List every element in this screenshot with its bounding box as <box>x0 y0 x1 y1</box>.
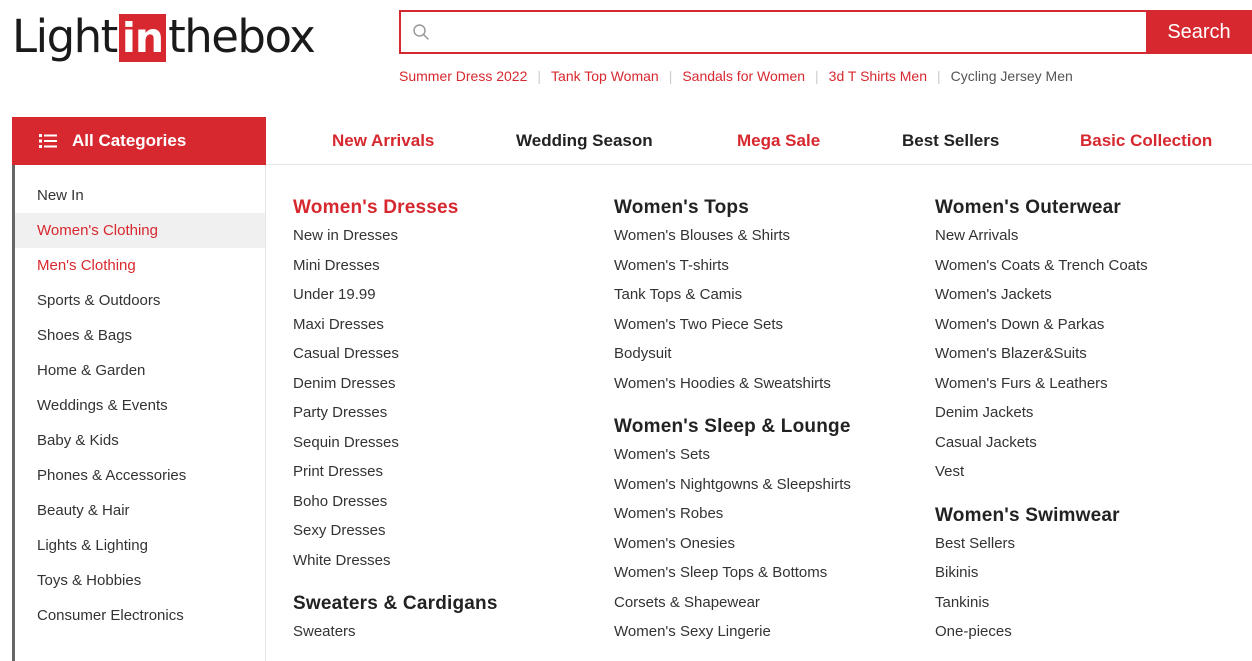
nav-best-sellers[interactable]: Best Sellers <box>902 117 999 165</box>
menu-group-title[interactable]: Women's Outerwear <box>935 197 1245 221</box>
menu-link[interactable]: Women's Robes <box>614 499 924 529</box>
hot-keyword-link[interactable]: Summer Dress 2022 <box>399 66 527 86</box>
hot-keyword-link[interactable]: Tank Top Woman <box>551 66 659 86</box>
top-nav: New Arrivals Wedding Season Mega Sale Be… <box>266 117 1252 165</box>
search-input[interactable] <box>441 12 1146 52</box>
site-logo[interactable]: Light in thebox <box>12 10 316 64</box>
menu-link[interactable]: Sexy Dresses <box>293 516 603 546</box>
logo-text-light: Light <box>12 10 118 63</box>
hot-keyword-link[interactable]: 3d T Shirts Men <box>829 66 927 86</box>
menu-link[interactable]: Women's Sets <box>614 440 924 470</box>
menu-link[interactable]: Tank Tops & Camis <box>614 280 924 310</box>
menu-link[interactable]: White Dresses <box>293 546 603 576</box>
all-categories-label: All Categories <box>72 131 187 150</box>
menu-link[interactable]: Bodysuit <box>614 339 924 369</box>
keyword-separator: | <box>936 68 941 84</box>
sidebar-item-women-s-clothing[interactable]: Women's Clothing <box>15 213 265 248</box>
sidebar-item-shoes-and-bags[interactable]: Shoes & Bags <box>15 318 265 353</box>
sidebar-item-sports-and-outdoors[interactable]: Sports & Outdoors <box>15 283 265 318</box>
menu-link[interactable]: Corsets & Shapewear <box>614 588 924 618</box>
menu-link[interactable]: Party Dresses <box>293 398 603 428</box>
menu-group-title[interactable]: Women's Sleep & Lounge <box>614 416 924 440</box>
logo-text-in-box: in <box>118 14 167 62</box>
search-icon <box>401 12 441 52</box>
sidebar-item-baby-and-kids[interactable]: Baby & Kids <box>15 423 265 458</box>
menu-link[interactable]: Maxi Dresses <box>293 310 603 340</box>
menu-link[interactable]: Women's Sexy Lingerie <box>614 617 924 647</box>
menu-link[interactable]: Denim Dresses <box>293 369 603 399</box>
menu-link[interactable]: Mini Dresses <box>293 251 603 281</box>
menu-link[interactable]: Best Sellers <box>935 529 1245 559</box>
menu-link[interactable]: Women's Onesies <box>614 529 924 559</box>
keyword-separator: | <box>815 68 819 84</box>
menu-link[interactable]: Women's Down & Parkas <box>935 310 1245 340</box>
menu-link[interactable]: Women's Hoodies & Sweatshirts <box>614 369 924 399</box>
keyword-separator: | <box>668 68 673 84</box>
menu-column-2: Women's Tops Women's Blouses & Shirts Wome… <box>614 197 924 661</box>
sidebar-item-new-in[interactable]: New In <box>15 178 265 213</box>
menu-link[interactable]: Women's Blazer&Suits <box>935 339 1245 369</box>
sidebar-item-home-and-garden[interactable]: Home & Garden <box>15 353 265 388</box>
hot-keyword-link[interactable]: Sandals for Women <box>682 66 805 86</box>
menu-link[interactable]: Casual Dresses <box>293 339 603 369</box>
menu-link[interactable]: Women's Blouses & Shirts <box>614 221 924 251</box>
menu-group-women-s-outerwear: Women's Outerwear New Arrivals Women's Coa… <box>935 197 1245 487</box>
sidebar-item-lights-and-lighting[interactable]: Lights & Lighting <box>15 528 265 563</box>
menu-link[interactable]: Women's Jackets <box>935 280 1245 310</box>
hot-keyword-link[interactable]: Cycling Jersey Men <box>951 66 1073 86</box>
menu-column-3: Women's Outerwear New Arrivals Women's Coa… <box>935 197 1245 661</box>
menu-link[interactable]: Women's Coats & Trench Coats <box>935 251 1245 281</box>
menu-link[interactable]: One-pieces <box>935 617 1245 647</box>
menu-link[interactable]: Women's Nightgowns & Sleepshirts <box>614 470 924 500</box>
keyword-separator: | <box>537 68 542 84</box>
menu-link[interactable]: Women's Two Piece Sets <box>614 310 924 340</box>
menu-group-title[interactable]: Women's Dresses <box>293 197 603 221</box>
all-categories-button[interactable]: All Categories <box>12 117 266 165</box>
menu-column-1: Women's Dresses New in Dresses Mini Dresse… <box>293 197 603 661</box>
menu-link[interactable]: Bikinis <box>935 558 1245 588</box>
menu-link[interactable]: Denim Jackets <box>935 398 1245 428</box>
menu-link[interactable]: Vest <box>935 457 1245 487</box>
nav-new-arrivals[interactable]: New Arrivals <box>332 117 434 165</box>
menu-group-title[interactable]: Sweaters & Cardigans <box>293 593 603 617</box>
sidebar-item-weddings-and-events[interactable]: Weddings & Events <box>15 388 265 423</box>
menu-link[interactable]: Casual Jackets <box>935 428 1245 458</box>
sidebar-item-men-s-clothing[interactable]: Men's Clothing <box>15 248 265 283</box>
menu-link[interactable]: Women's Sleep Tops & Bottoms <box>614 558 924 588</box>
search-bar: Search <box>399 10 1252 54</box>
hot-search-keywords: Summer Dress 2022 | Tank Top Woman | Sandals… <box>399 66 1073 86</box>
category-sidebar: New In Women's Clothing Men's Clothing Spor… <box>12 165 266 661</box>
hamburger-menu-icon <box>39 133 57 149</box>
menu-link[interactable]: Under 19.99 <box>293 280 603 310</box>
menu-link[interactable]: Print Dresses <box>293 457 603 487</box>
menu-link[interactable]: Women's Furs & Leathers <box>935 369 1245 399</box>
sidebar-item-toys-and-hobbies[interactable]: Toys & Hobbies <box>15 563 265 598</box>
sidebar-item-phones-and-accessories[interactable]: Phones & Accessories <box>15 458 265 493</box>
menu-group-women-s-tops: Women's Tops Women's Blouses & Shirts Wome… <box>614 197 924 398</box>
menu-link[interactable]: New in Dresses <box>293 221 603 251</box>
search-button[interactable]: Search <box>1146 10 1252 54</box>
sidebar-item-consumer-electronics[interactable]: Consumer Electronics <box>15 598 265 633</box>
menu-link[interactable]: Women's T-shirts <box>614 251 924 281</box>
menu-group-women-s-dresses: Women's Dresses New in Dresses Mini Dresse… <box>293 197 603 575</box>
menu-link[interactable]: Sweaters <box>293 617 603 647</box>
menu-link[interactable]: New Arrivals <box>935 221 1245 251</box>
nav-mega-sale[interactable]: Mega Sale <box>737 117 820 165</box>
menu-link[interactable]: Boho Dresses <box>293 487 603 517</box>
sidebar-item-beauty-and-hair[interactable]: Beauty & Hair <box>15 493 265 528</box>
logo-text-thebox: thebox <box>168 10 316 63</box>
nav-basic-collection[interactable]: Basic Collection <box>1080 117 1212 165</box>
nav-wedding-season[interactable]: Wedding Season <box>516 117 653 165</box>
menu-link[interactable]: Sequin Dresses <box>293 428 603 458</box>
menu-group-title[interactable]: Women's Tops <box>614 197 924 221</box>
menu-group-sweaters-and-cardigans: Sweaters & Cardigans Sweaters <box>293 593 603 647</box>
menu-group-women-s-sleep-and-lounge: Women's Sleep & Lounge Women's Sets Women'… <box>614 416 924 647</box>
menu-group-title[interactable]: Women's Swimwear <box>935 505 1245 529</box>
menu-group-women-s-swimwear: Women's Swimwear Best Sellers Bikinis Tanki… <box>935 505 1245 647</box>
menu-link[interactable]: Tankinis <box>935 588 1245 618</box>
